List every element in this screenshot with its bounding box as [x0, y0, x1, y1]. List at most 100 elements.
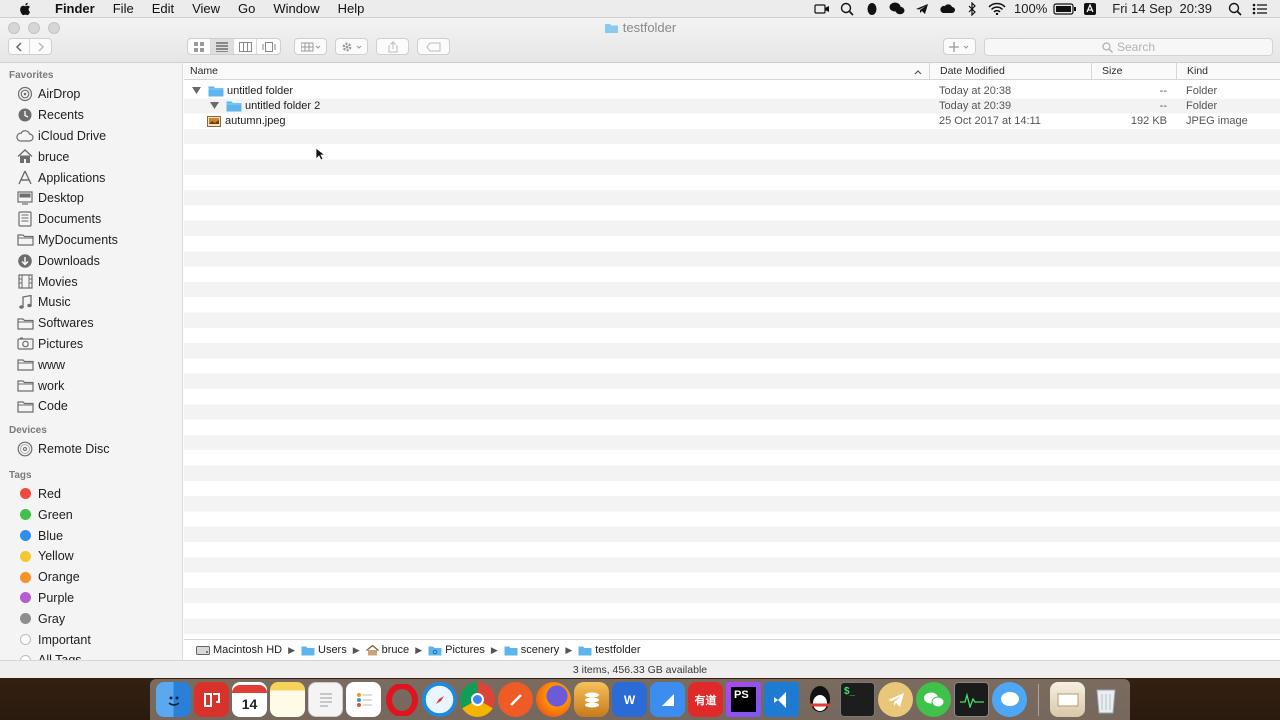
column-header-size[interactable]: Size: [1092, 63, 1177, 80]
sidebar-tag-red[interactable]: Red: [0, 484, 182, 505]
sidebar-tag-orange[interactable]: Orange: [0, 567, 182, 588]
table-row[interactable]: untitled folder 2 Today at 20:39 -- Fold…: [184, 98, 1280, 113]
sidebar-tag-yellow[interactable]: Yellow: [0, 546, 182, 567]
textedit-dock-icon[interactable]: [308, 682, 343, 717]
sidebar-item-applications[interactable]: Applications: [0, 167, 182, 188]
opera-dock-icon[interactable]: [384, 682, 419, 717]
menu-window[interactable]: Window: [264, 0, 328, 18]
youdao-dock-icon[interactable]: 有道: [688, 682, 723, 717]
notification-center-icon[interactable]: [1247, 0, 1272, 18]
vscode-dock-icon[interactable]: [764, 682, 799, 717]
icon-view-button[interactable]: [188, 39, 211, 54]
spotlight-icon[interactable]: [1222, 0, 1247, 18]
input-source-icon[interactable]: [1077, 0, 1102, 18]
sidebar-tag-gray[interactable]: Gray: [0, 608, 182, 629]
chrome-dock-icon[interactable]: [460, 682, 495, 717]
table-row[interactable]: autumn.jpeg 25 Oct 2017 at 14:11 192 KB …: [184, 114, 1280, 129]
sidebar-tag-blue[interactable]: Blue: [0, 525, 182, 546]
menu-file[interactable]: File: [104, 0, 143, 18]
sidebar-item-documents[interactable]: Documents: [0, 209, 182, 230]
calendar-dock-icon[interactable]: 14: [232, 682, 267, 717]
clock[interactable]: Fri 14 Sep 20:39: [1102, 1, 1222, 16]
path-crumb-scenery[interactable]: scenery: [504, 644, 559, 656]
back-button[interactable]: [9, 39, 30, 54]
cloud-status-icon[interactable]: [934, 0, 959, 18]
group-by-button[interactable]: [294, 38, 327, 55]
list-view-button[interactable]: [211, 39, 234, 54]
wifi-icon[interactable]: [984, 0, 1009, 18]
menu-edit[interactable]: Edit: [143, 0, 183, 18]
sidebar-tag-purple[interactable]: Purple: [0, 588, 182, 609]
disclosure-triangle-expanded-icon[interactable]: [190, 86, 202, 96]
search-magnifier-icon[interactable]: [834, 0, 859, 18]
messages-dock-icon[interactable]: [992, 682, 1027, 717]
telegram-icon[interactable]: [909, 0, 934, 18]
menu-go[interactable]: Go: [229, 0, 264, 18]
bluetooth-icon[interactable]: [959, 0, 984, 18]
path-crumb-bruce[interactable]: bruce: [365, 644, 409, 656]
sidebar-item-softwares[interactable]: Softwares: [0, 313, 182, 334]
qq-penguin-icon[interactable]: [859, 0, 884, 18]
sidebar-item-work[interactable]: work: [0, 375, 182, 396]
share-button[interactable]: [376, 38, 409, 55]
input-method-dock-icon[interactable]: [194, 682, 229, 717]
sidebar-item-bruce[interactable]: bruce: [0, 146, 182, 167]
gallery-view-button[interactable]: [257, 39, 280, 54]
trash-dock-icon[interactable]: [1088, 682, 1123, 717]
path-crumb-pictures[interactable]: Pictures: [428, 644, 485, 656]
notes-dock-icon[interactable]: [270, 682, 305, 717]
search-field[interactable]: Search: [984, 38, 1273, 56]
sidebar-item-label: Pictures: [38, 336, 84, 351]
edit-tags-button[interactable]: [417, 38, 450, 55]
column-view-button[interactable]: [234, 39, 257, 54]
wps-writer-dock-icon[interactable]: W: [612, 682, 647, 717]
sidebar-item-movies[interactable]: Movies: [0, 271, 182, 292]
column-header-date[interactable]: Date Modified: [930, 63, 1092, 80]
sidebar-item-remote-disc[interactable]: Remote Disc: [0, 439, 182, 460]
sidebar-item-icloud-drive[interactable]: iCloud Drive: [0, 126, 182, 147]
column-header-name[interactable]: Name: [184, 63, 930, 80]
telegram-dock-icon[interactable]: [878, 682, 913, 717]
path-crumb-testfolder[interactable]: testfolder: [578, 644, 640, 656]
action-menu-button[interactable]: [335, 38, 368, 55]
phpstorm-dock-icon[interactable]: PS: [726, 682, 761, 717]
reminders-dock-icon[interactable]: [346, 682, 381, 717]
postman-dock-icon[interactable]: [498, 682, 533, 717]
menu-app-finder[interactable]: Finder: [46, 0, 104, 18]
terminal-dock-icon[interactable]: $_: [840, 682, 875, 717]
sidebar-item-downloads[interactable]: Downloads: [0, 250, 182, 271]
sequel-pro-dock-icon[interactable]: [574, 682, 609, 717]
feishu-dock-icon[interactable]: [650, 682, 685, 717]
table-row[interactable]: untitled folder Today at 20:38 -- Folder: [184, 83, 1280, 98]
sidebar-item-music[interactable]: Music: [0, 292, 182, 313]
menu-help[interactable]: Help: [329, 0, 374, 18]
qq-dock-icon[interactable]: [802, 682, 837, 717]
sidebar-item-mydocuments[interactable]: MyDocuments: [0, 230, 182, 251]
wechat-dock-icon[interactable]: [916, 682, 951, 717]
facetime-icon[interactable]: [809, 0, 834, 18]
sidebar-tag-green[interactable]: Green: [0, 504, 182, 525]
safari-dock-icon[interactable]: [422, 682, 457, 717]
forward-button[interactable]: [30, 39, 51, 54]
sidebar-tag-important[interactable]: Important: [0, 629, 182, 650]
disclosure-triangle-expanded-icon[interactable]: [208, 101, 220, 111]
activity-monitor-dock-icon[interactable]: [954, 682, 989, 717]
wechat-icon[interactable]: [884, 0, 909, 18]
path-crumb-macintosh-hd[interactable]: Macintosh HD: [196, 644, 282, 656]
new-item-button[interactable]: [943, 38, 976, 55]
sidebar-item-desktop[interactable]: Desktop: [0, 188, 182, 209]
path-crumb-users[interactable]: Users: [301, 644, 347, 656]
sidebar-item-airdrop[interactable]: AirDrop: [0, 84, 182, 105]
finder-dock-icon[interactable]: [156, 682, 191, 717]
column-header-kind[interactable]: Kind: [1177, 63, 1280, 80]
apple-menu-icon[interactable]: [18, 2, 32, 16]
sidebar-item-www[interactable]: www: [0, 354, 182, 375]
downloads-stack-dock-icon[interactable]: [1050, 682, 1085, 717]
battery-icon[interactable]: [1052, 0, 1077, 18]
menu-view[interactable]: View: [183, 0, 229, 18]
path-separator-icon: ▶: [565, 644, 573, 655]
sidebar-item-code[interactable]: Code: [0, 396, 182, 417]
firefox-dock-icon[interactable]: [536, 682, 571, 717]
sidebar-item-recents[interactable]: Recents: [0, 105, 182, 126]
sidebar-item-pictures[interactable]: Pictures: [0, 334, 182, 355]
